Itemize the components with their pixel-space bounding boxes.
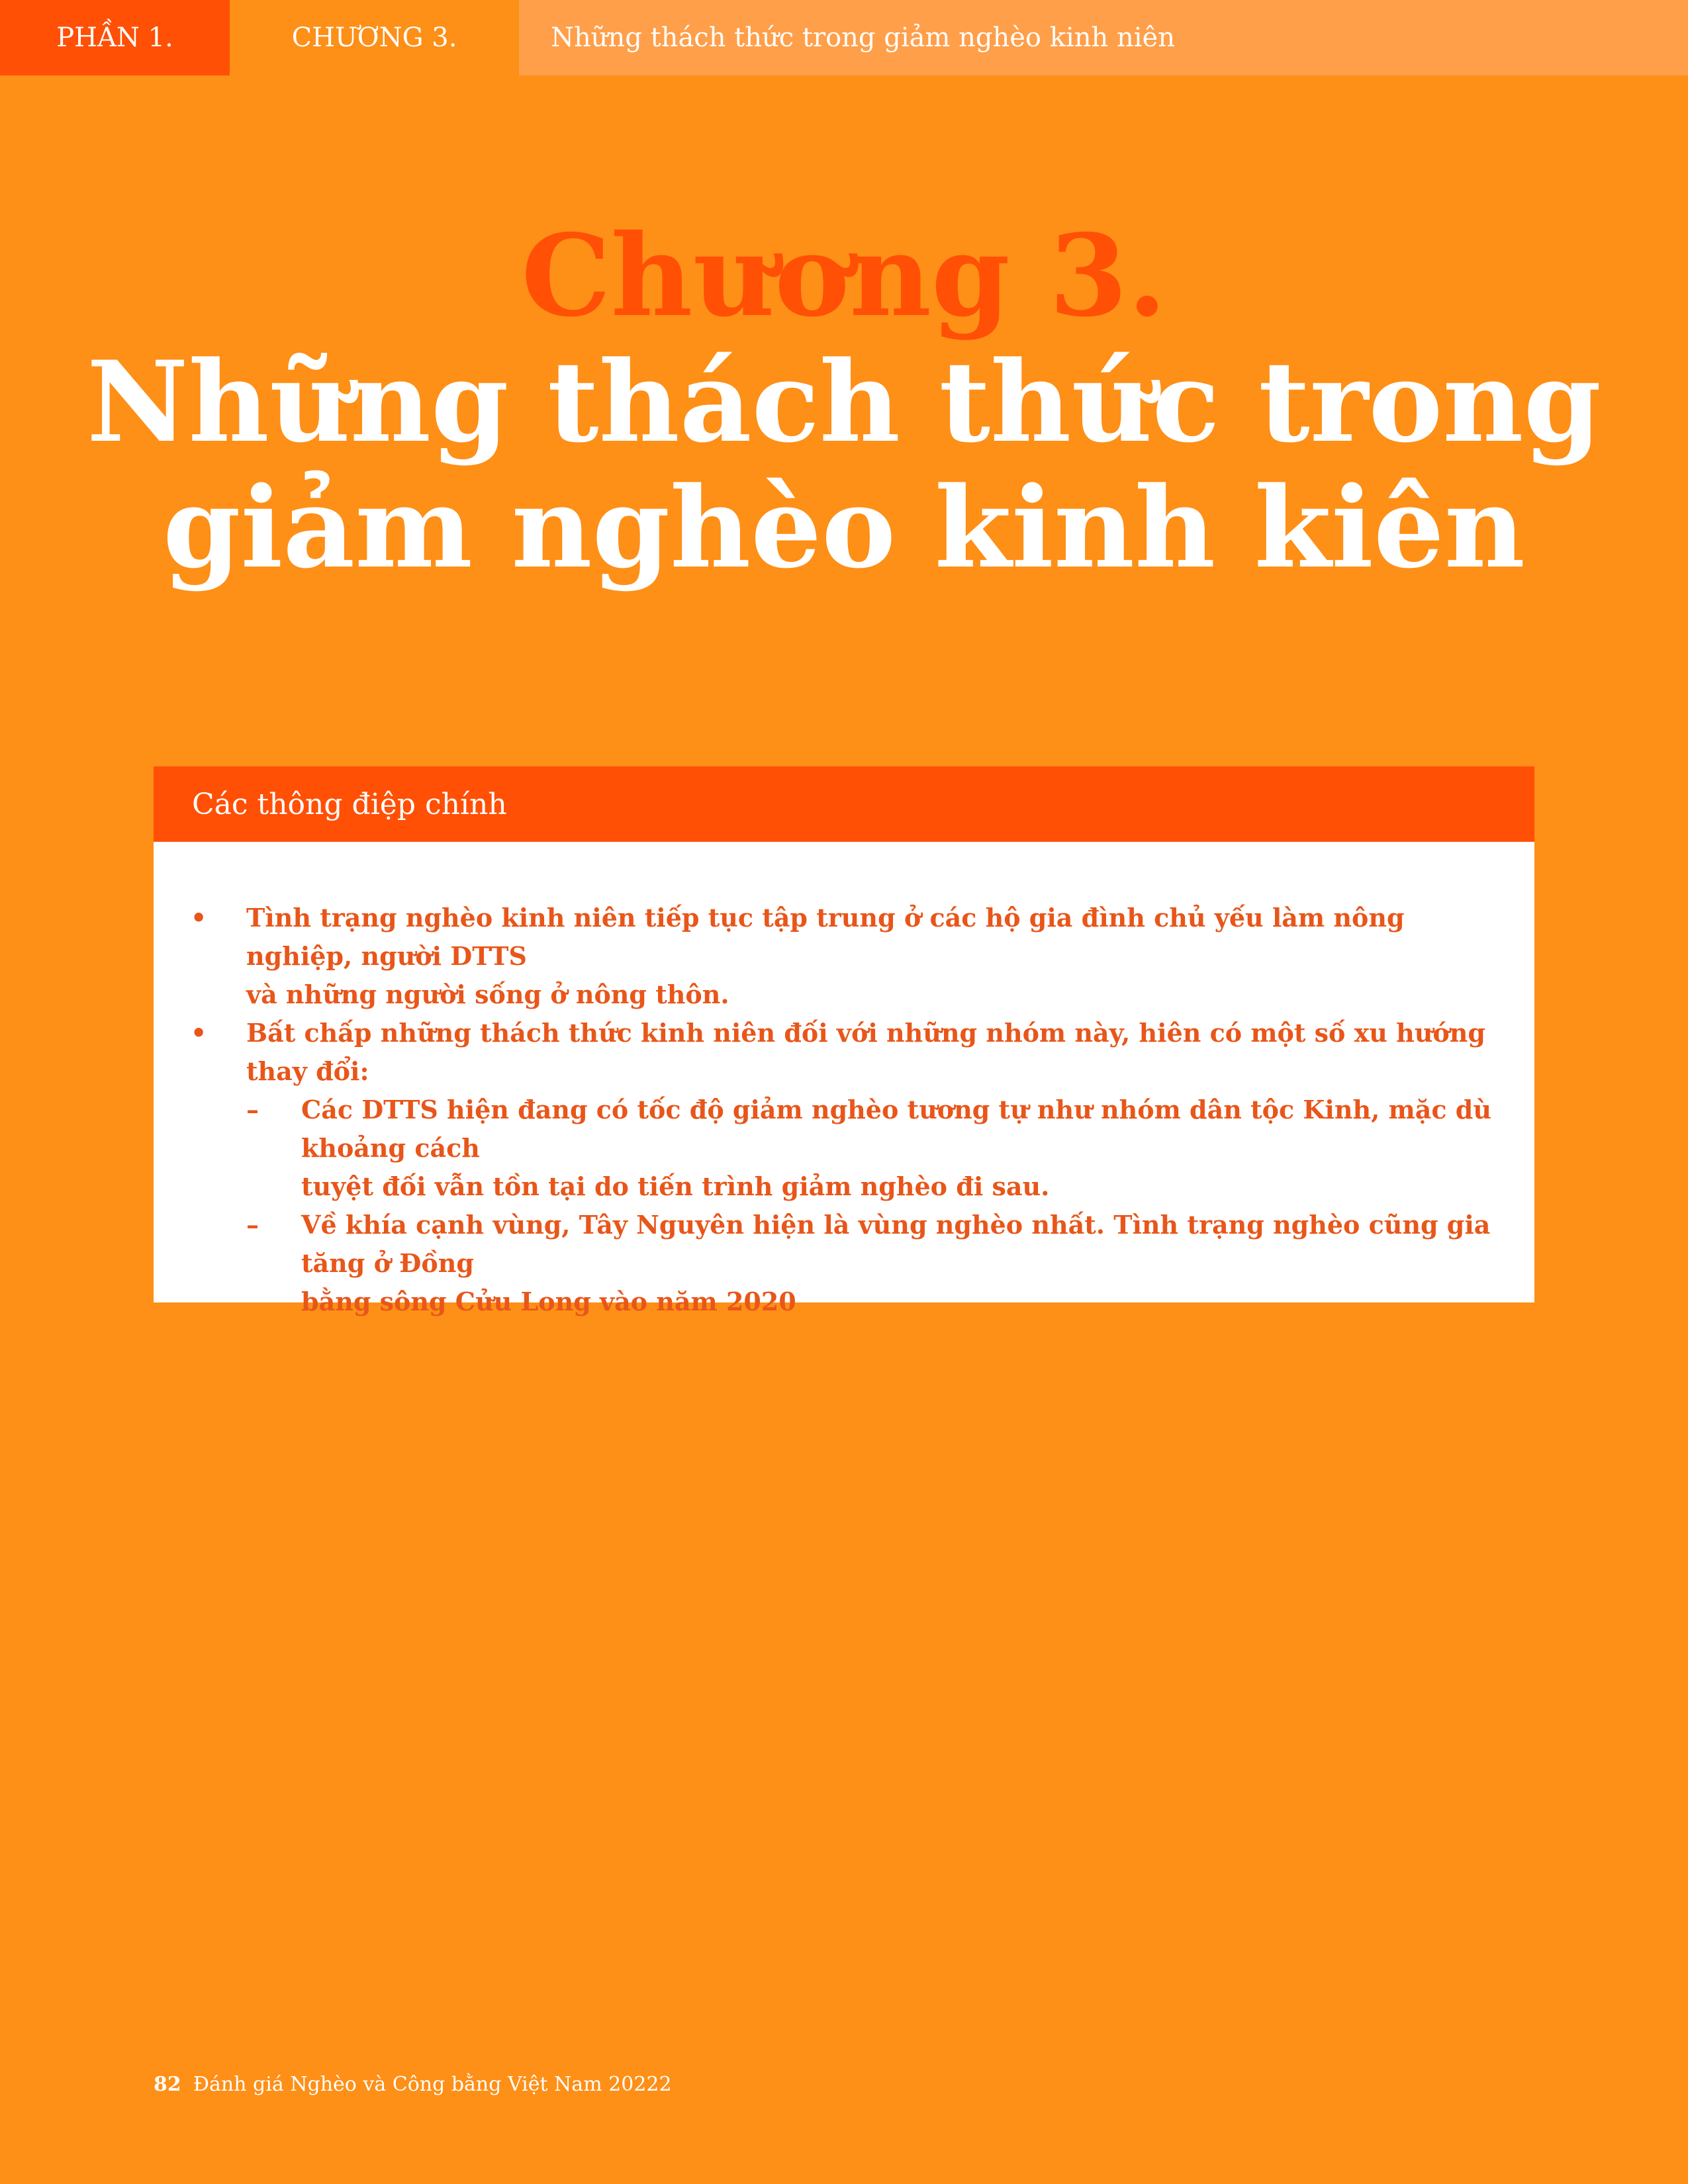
list-item-line: Các DTTS hiện đang có tốc độ giảm nghèo …: [301, 1095, 1491, 1163]
chapter-tab[interactable]: CHƯƠNG 3.: [230, 0, 519, 75]
key-messages-title: Các thông điệp chính: [154, 766, 1534, 842]
chapter-title-line-2: giảm nghèo kinh kiên: [163, 462, 1525, 593]
key-messages-box: Các thông điệp chính • Tình trạng nghèo …: [154, 766, 1534, 1316]
chapter-header-bar: PHẦN 1. CHƯƠNG 3. Những thách thức trong…: [0, 0, 1688, 75]
page-footer: 82 Đánh giá Nghèo và Công bằng Việt Nam 2…: [154, 2071, 672, 2098]
list-item: Bất chấp những thách thức kinh niên đối …: [246, 1014, 1504, 1091]
list-item-line: Về khía cạnh vùng, Tây Nguyên hiện là vù…: [301, 1210, 1491, 1278]
publication-title: Đánh giá Nghèo và Công bằng Việt Nam 202…: [193, 2073, 672, 2096]
list-item-line: Tình trạng nghèo kinh niên tiếp tục tập …: [246, 903, 1405, 971]
chapter-title-heading: Những thách thức trong giảm nghèo kinh k…: [0, 339, 1688, 590]
list-item: Về khía cạnh vùng, Tây Nguyên hiện là vù…: [301, 1206, 1513, 1321]
part-tab[interactable]: PHẦN 1.: [0, 0, 230, 75]
page-number: 82: [154, 2073, 181, 2096]
list-item-line: và những người sống ở nông thôn.: [246, 979, 729, 1009]
list-item-line: tuyệt đối vẫn tồn tại do tiến trình giảm…: [301, 1171, 1050, 1201]
list-item: Tình trạng nghèo kinh niên tiếp tục tập …: [246, 899, 1504, 1014]
list-item: Các DTTS hiện đang có tốc độ giảm nghèo …: [301, 1091, 1513, 1206]
sub-bullet-marker: –: [246, 1210, 259, 1240]
bullet-marker: •: [191, 1018, 207, 1048]
chapter-title-tab[interactable]: Những thách thức trong giảm nghèo kinh n…: [519, 0, 1688, 75]
chapter-number-heading: Chương 3.: [521, 210, 1167, 342]
sub-bullet-marker: –: [246, 1095, 259, 1124]
list-item-line: Bất chấp những thách thức kinh niên đối …: [246, 1018, 1485, 1086]
list-item-line: bằng sông Cửu Long vào năm 2020: [301, 1287, 796, 1316]
chapter-title-line-1: Những thách thức trong: [87, 336, 1601, 467]
bullet-marker: •: [191, 903, 207, 933]
